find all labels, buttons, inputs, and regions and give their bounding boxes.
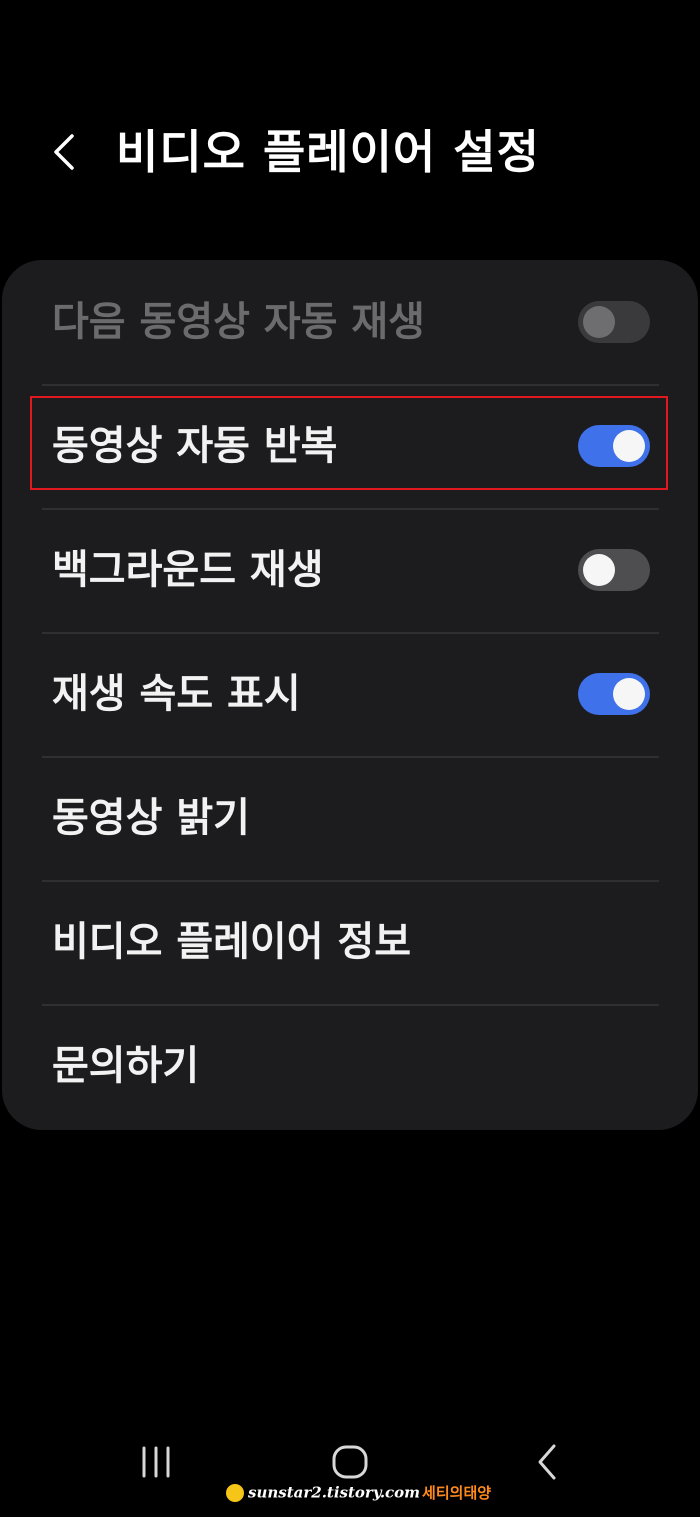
auto-repeat-toggle[interactable]	[578, 425, 650, 467]
page-title: 비디오 플레이어 설정	[116, 125, 540, 179]
setting-label: 재생 속도 표시	[52, 671, 301, 717]
recent-apps-button[interactable]	[126, 1442, 186, 1492]
auto-play-next-toggle[interactable]	[578, 301, 650, 343]
setting-auto-play-next[interactable]: 다음 동영상 자동 재생	[2, 260, 698, 384]
setting-video-brightness[interactable]: 동영상 밝기	[2, 756, 698, 880]
back-button[interactable]	[42, 128, 90, 176]
settings-card: 다음 동영상 자동 재생 동영상 자동 반복 백그라운드 재생 재생 속도 표시…	[2, 260, 698, 1130]
toggle-knob	[583, 306, 615, 338]
setting-label: 동영상 자동 반복	[52, 423, 338, 469]
home-icon	[332, 1445, 368, 1479]
toggle-knob	[613, 430, 645, 462]
toggle-knob	[583, 554, 615, 586]
setting-label: 다음 동영상 자동 재생	[52, 299, 425, 345]
watermark: sunstar2.tistory.com 세티의태양	[226, 1478, 491, 1506]
setting-player-info[interactable]: 비디오 플레이어 정보	[2, 880, 698, 1004]
toggle-knob	[613, 678, 645, 710]
app-header: 비디오 플레이어 설정	[0, 110, 700, 200]
setting-show-playback-speed[interactable]: 재생 속도 표시	[2, 632, 698, 756]
background-play-toggle[interactable]	[578, 549, 650, 591]
back-icon	[538, 1444, 556, 1480]
smiley-icon	[226, 1483, 244, 1502]
setting-label: 동영상 밝기	[52, 795, 250, 841]
setting-background-play[interactable]: 백그라운드 재생	[2, 508, 698, 632]
watermark-name: 세티의태양	[422, 1483, 492, 1502]
watermark-url: sunstar2.tistory.com	[248, 1483, 421, 1502]
chevron-left-icon	[54, 134, 74, 170]
setting-label: 백그라운드 재생	[52, 547, 324, 593]
recent-apps-icon	[142, 1446, 170, 1478]
nav-back-button[interactable]	[518, 1442, 578, 1492]
show-playback-speed-toggle[interactable]	[578, 673, 650, 715]
setting-contact-us[interactable]: 문의하기	[2, 1004, 698, 1128]
setting-label: 문의하기	[52, 1043, 200, 1089]
setting-auto-repeat[interactable]: 동영상 자동 반복	[2, 384, 698, 508]
setting-label: 비디오 플레이어 정보	[52, 919, 412, 965]
